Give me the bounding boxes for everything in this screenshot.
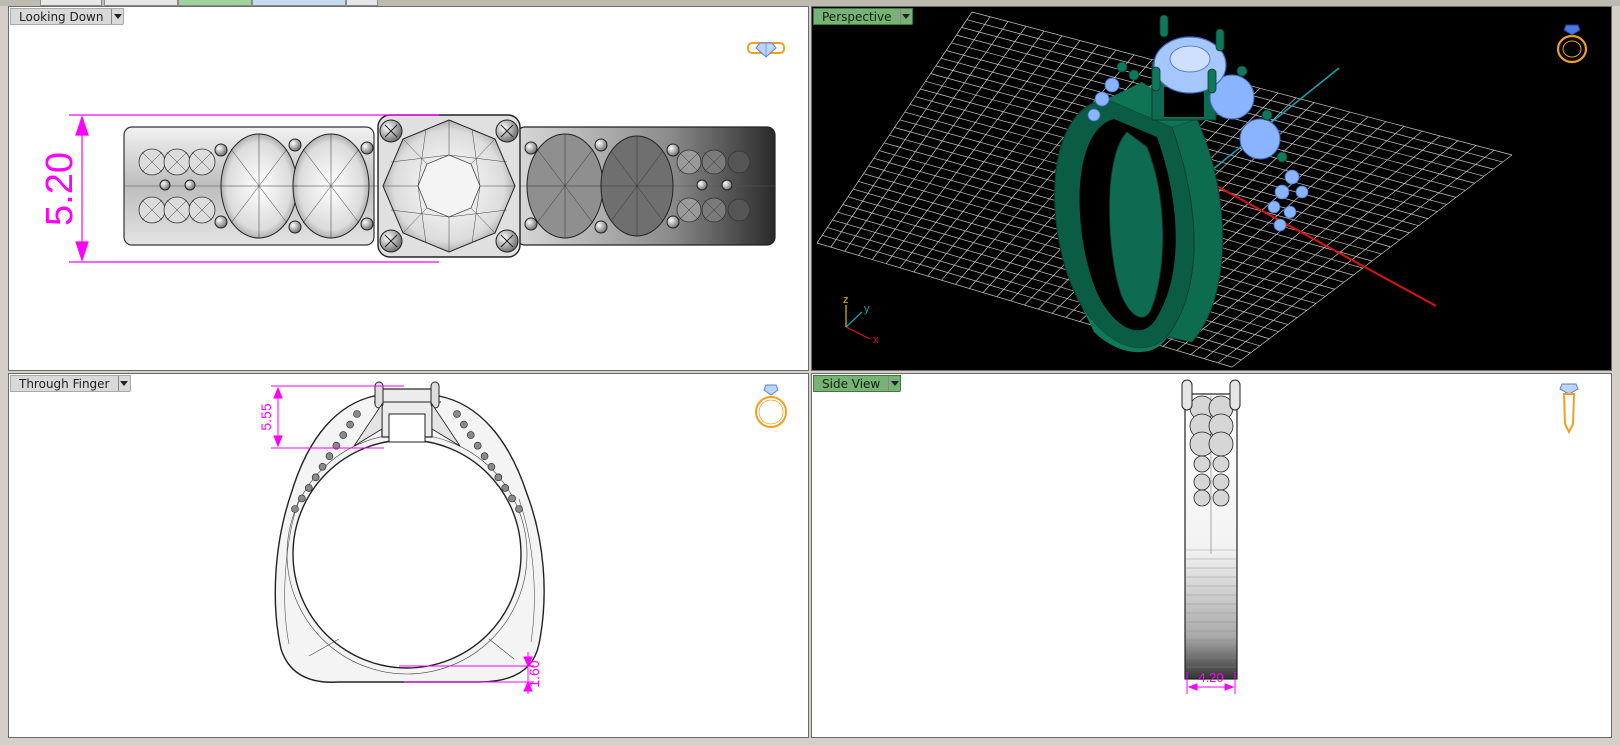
- pave-bead: [501, 484, 510, 492]
- pave-bead: [466, 431, 475, 439]
- viewport-label: Looking Down: [19, 9, 104, 24]
- viewport-title-side-view[interactable]: Side View: [813, 375, 902, 392]
- viewport-title-through-finger[interactable]: Through Finger: [10, 375, 131, 392]
- pave-bead: [325, 452, 334, 461]
- ring-front-view-icon[interactable]: [751, 382, 791, 432]
- side-stone: [1193, 489, 1211, 507]
- dropdown-arrow-icon[interactable]: [899, 9, 912, 24]
- pave-bead: [318, 462, 327, 471]
- viewport-title-looking-down[interactable]: Looking Down: [10, 8, 125, 25]
- side-stone: [1212, 473, 1230, 491]
- viewport-label: Through Finger: [19, 376, 110, 391]
- pave-bead: [311, 473, 320, 482]
- pave-bead: [473, 441, 482, 450]
- viewport-label: Side View: [822, 376, 881, 391]
- side-stone: [1193, 473, 1211, 491]
- axis-gizmo: [845, 305, 871, 340]
- pave-bead: [298, 494, 306, 503]
- ring-front-view-drawing: [271, 381, 545, 694]
- x-axis-line: [1201, 177, 1437, 307]
- pave-bead: [291, 505, 299, 513]
- dropdown-arrow-icon[interactable]: [888, 376, 900, 391]
- ring-top-view-icon[interactable]: [746, 37, 786, 61]
- pave-bead: [494, 473, 503, 482]
- ring-perspective-drawing: [816, 11, 1513, 368]
- pave-bead: [480, 452, 489, 461]
- pave-bead: [487, 462, 496, 471]
- viewport-side-view[interactable]: 4.20 Side View: [811, 373, 1612, 738]
- dropdown-arrow-icon[interactable]: [111, 9, 123, 24]
- viewport-through-finger[interactable]: 5.55 1.60 Through Finger: [8, 373, 809, 738]
- ring-side-view-icon[interactable]: [1554, 380, 1584, 436]
- side-stone: [1193, 455, 1211, 473]
- viewport-label: Perspective: [822, 9, 892, 24]
- pave-bead: [508, 494, 516, 503]
- dropdown-arrow-icon[interactable]: [117, 376, 130, 391]
- pave-bead: [339, 431, 348, 439]
- side-stone: [1208, 431, 1234, 457]
- ring-perspective-icon[interactable]: [1552, 21, 1592, 65]
- ring-side-view-drawing: [1181, 379, 1241, 694]
- pave-bead: [515, 505, 523, 513]
- viewport-looking-down[interactable]: 5.20 Looking Down: [8, 6, 809, 371]
- pave-bead: [353, 410, 361, 418]
- pave-bead: [346, 420, 354, 429]
- side-stone: [1212, 489, 1230, 507]
- pave-bead: [460, 420, 468, 429]
- pave-bead: [304, 484, 313, 492]
- side-stone: [1212, 455, 1230, 473]
- pave-bead: [453, 410, 461, 418]
- viewport-perspective[interactable]: x y z Perspective: [811, 6, 1612, 371]
- viewport-title-perspective[interactable]: Perspective: [813, 8, 913, 25]
- ring-top-view-drawing: [69, 114, 776, 263]
